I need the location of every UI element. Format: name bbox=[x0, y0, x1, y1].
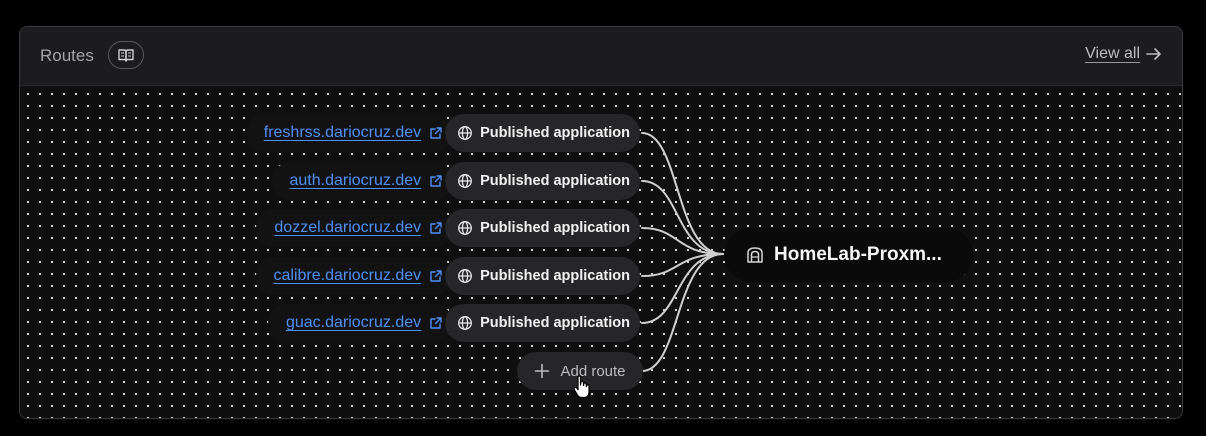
tunnel-node[interactable]: HomeLab-Proxm... bbox=[724, 228, 973, 282]
hostname-link[interactable]: auth.dariocruz.dev bbox=[290, 172, 422, 190]
view-all-link[interactable]: View all bbox=[1085, 45, 1162, 63]
connector-dozzel bbox=[641, 227, 724, 255]
globe-icon bbox=[458, 221, 473, 235]
globe-icon bbox=[458, 316, 473, 330]
hostname-link[interactable]: guac.dariocruz.dev bbox=[286, 314, 421, 332]
globe-icon bbox=[458, 126, 473, 140]
connector-auth bbox=[641, 180, 724, 255]
view-all-label: View all bbox=[1085, 45, 1140, 62]
routes-card: Routes View all freshrss.dariocruz.dev P… bbox=[19, 26, 1183, 419]
plus-icon bbox=[535, 363, 550, 379]
hostname-pill: dozzel.dariocruz.dev bbox=[256, 209, 454, 247]
add-route-label: Add route bbox=[560, 362, 626, 380]
connector-freshrss bbox=[641, 132, 724, 255]
tunnel-icon bbox=[747, 247, 763, 263]
globe-icon bbox=[458, 269, 473, 283]
route-type-label: Published application bbox=[480, 315, 630, 331]
connector-guac bbox=[641, 253, 724, 324]
route-type-badge: Published application bbox=[445, 257, 640, 295]
route-row: dozzel.dariocruz.dev Published applicati… bbox=[256, 209, 640, 247]
docs-button[interactable] bbox=[108, 41, 144, 69]
hostname-pill: freshrss.dariocruz.dev bbox=[245, 114, 454, 152]
hostname-pill: auth.dariocruz.dev bbox=[271, 162, 454, 200]
route-type-badge: Published application bbox=[445, 209, 640, 247]
connector-calibre bbox=[641, 253, 724, 277]
card-title: Routes bbox=[40, 46, 94, 65]
route-row: guac.dariocruz.dev Published application bbox=[267, 304, 640, 342]
route-type-badge: Published application bbox=[445, 114, 640, 152]
route-row: auth.dariocruz.dev Published application bbox=[271, 162, 640, 200]
add-route-button[interactable]: Add route bbox=[517, 352, 643, 390]
card-header: Routes View all bbox=[20, 27, 1182, 86]
hostname-pill: calibre.dariocruz.dev bbox=[255, 257, 454, 295]
arrow-right-icon bbox=[1146, 48, 1161, 60]
globe-icon bbox=[458, 174, 473, 188]
hostname-link[interactable]: dozzel.dariocruz.dev bbox=[274, 219, 421, 237]
route-row: freshrss.dariocruz.dev Published applica… bbox=[245, 114, 640, 152]
hostname-link[interactable]: freshrss.dariocruz.dev bbox=[264, 124, 421, 142]
external-link-icon[interactable] bbox=[429, 316, 443, 330]
external-link-icon[interactable] bbox=[429, 126, 443, 140]
hostname-pill: guac.dariocruz.dev bbox=[267, 304, 454, 342]
book-open-icon bbox=[118, 49, 134, 62]
external-link-icon[interactable] bbox=[429, 221, 443, 235]
external-link-icon[interactable] bbox=[429, 174, 443, 188]
route-type-badge: Published application bbox=[445, 304, 640, 342]
route-graph: freshrss.dariocruz.dev Published applica… bbox=[20, 86, 1182, 418]
route-type-label: Published application bbox=[480, 220, 630, 236]
route-type-badge: Published application bbox=[445, 162, 640, 200]
external-link-icon[interactable] bbox=[429, 269, 443, 283]
route-type-label: Published application bbox=[480, 173, 630, 189]
connector-add-route bbox=[641, 253, 724, 372]
route-type-label: Published application bbox=[480, 125, 630, 141]
route-row: calibre.dariocruz.dev Published applicat… bbox=[255, 257, 640, 295]
hostname-link[interactable]: calibre.dariocruz.dev bbox=[274, 267, 422, 285]
route-type-label: Published application bbox=[480, 268, 630, 284]
tunnel-name: HomeLab-Proxm... bbox=[774, 244, 942, 265]
